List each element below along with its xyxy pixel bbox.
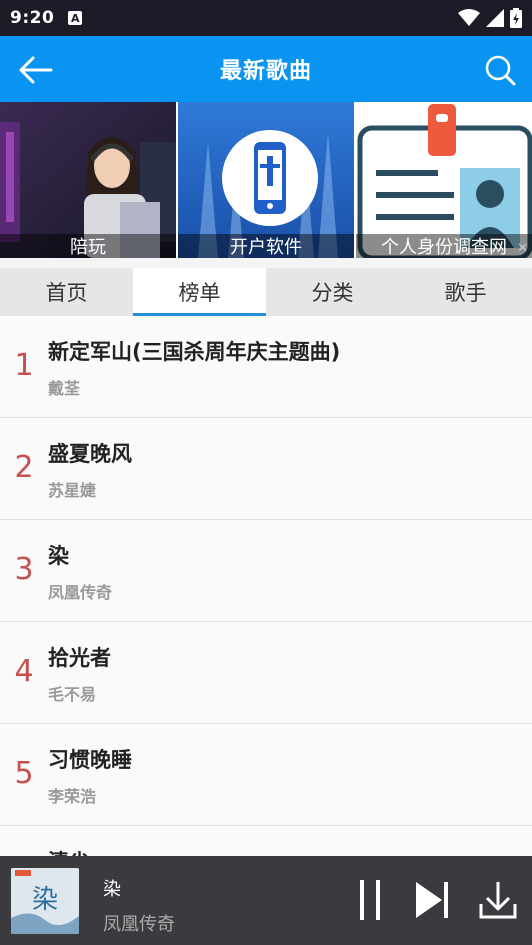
banner-caption: 个人身份调查网 [356,234,532,258]
search-button[interactable] [482,52,518,88]
song-title: 习惯晚睡 [48,748,132,772]
song-row[interactable]: 3 染 凤凰传奇 [0,520,532,622]
song-artist: 苏星婕 [48,481,97,500]
song-title: 盛夏晚风 [48,442,132,466]
download-button[interactable] [476,878,520,922]
now-playing-title: 染 [103,879,121,900]
song-artist: 毛不易 [48,685,97,704]
album-cover-art: 染 [11,868,79,934]
skip-next-icon [416,882,448,918]
banner-gaming[interactable]: 陪玩 [0,102,176,258]
song-title: 染 [48,544,69,568]
page-title: 最新歌曲 [219,59,312,84]
song-artist: 凤凰传奇 [48,583,113,602]
song-row[interactable]: 5 习惯晚睡 李荣浩 [0,724,532,826]
pause-button[interactable] [348,878,392,922]
next-button[interactable] [410,878,454,922]
signal-icon [486,9,504,27]
status-indicators [458,8,522,28]
status-time: 9:20 [10,8,55,28]
status-bar: 9:20 A [0,0,532,36]
banner-caption: 陪玩 [0,234,176,258]
song-list: 1 新定军山(三国杀周年庆主题曲) 戴荃 2 盛夏晚风 苏星婕 3 染 凤凰传奇… [0,316,532,928]
song-row[interactable]: 1 新定军山(三国杀周年庆主题曲) 戴荃 [0,316,532,418]
song-rank: 3 [14,552,34,587]
cover-text: 染 [32,885,58,915]
now-playing-artist: 凤凰传奇 [103,914,175,935]
app-bar: 最新歌曲 [0,36,532,102]
wifi-icon [458,9,480,26]
song-rank: 1 [14,348,34,383]
banner-carousel: 陪玩 开户软件 个人身份调查网 ✕ [0,102,532,258]
banner-account-app[interactable]: 开户软件 [178,102,354,258]
back-button[interactable] [18,52,54,88]
song-rank: 4 [14,654,34,689]
song-title: 新定军山(三国杀周年庆主题曲) [48,340,341,364]
song-rank: 2 [14,450,34,485]
album-cover[interactable]: 染 [11,868,79,934]
tab-charts[interactable]: 榜单 [133,268,266,316]
notification-icon: A [68,11,83,25]
tab-categories[interactable]: 分类 [266,268,399,316]
mini-player[interactable]: 染 染 凤凰传奇 [0,856,532,945]
ad-close-icon[interactable]: ✕ [517,241,528,256]
download-icon [479,882,517,919]
song-row[interactable]: 4 拾光者 毛不易 [0,622,532,724]
banner-caption: 开户软件 [178,234,354,258]
tab-bar: 首页 榜单 分类 歌手 [0,268,532,316]
tab-home[interactable]: 首页 [0,268,133,316]
song-rank: 5 [14,756,34,791]
song-artist: 李荣浩 [48,787,97,806]
song-row[interactable]: 2 盛夏晚风 苏星婕 [0,418,532,520]
pause-icon [360,880,380,920]
battery-icon [510,8,522,28]
arrow-left-icon [19,56,53,84]
tab-singers[interactable]: 歌手 [399,268,532,316]
song-title: 拾光者 [48,646,111,670]
song-artist: 戴荃 [48,379,81,398]
banner-identity-check[interactable]: 个人身份调查网 ✕ [356,102,532,258]
phone-screen: 9:20 A 最新歌曲 陪玩 开户软件 个人身份调查网 ✕ 首页 榜单 分类 歌… [0,0,532,945]
search-icon [485,55,516,86]
